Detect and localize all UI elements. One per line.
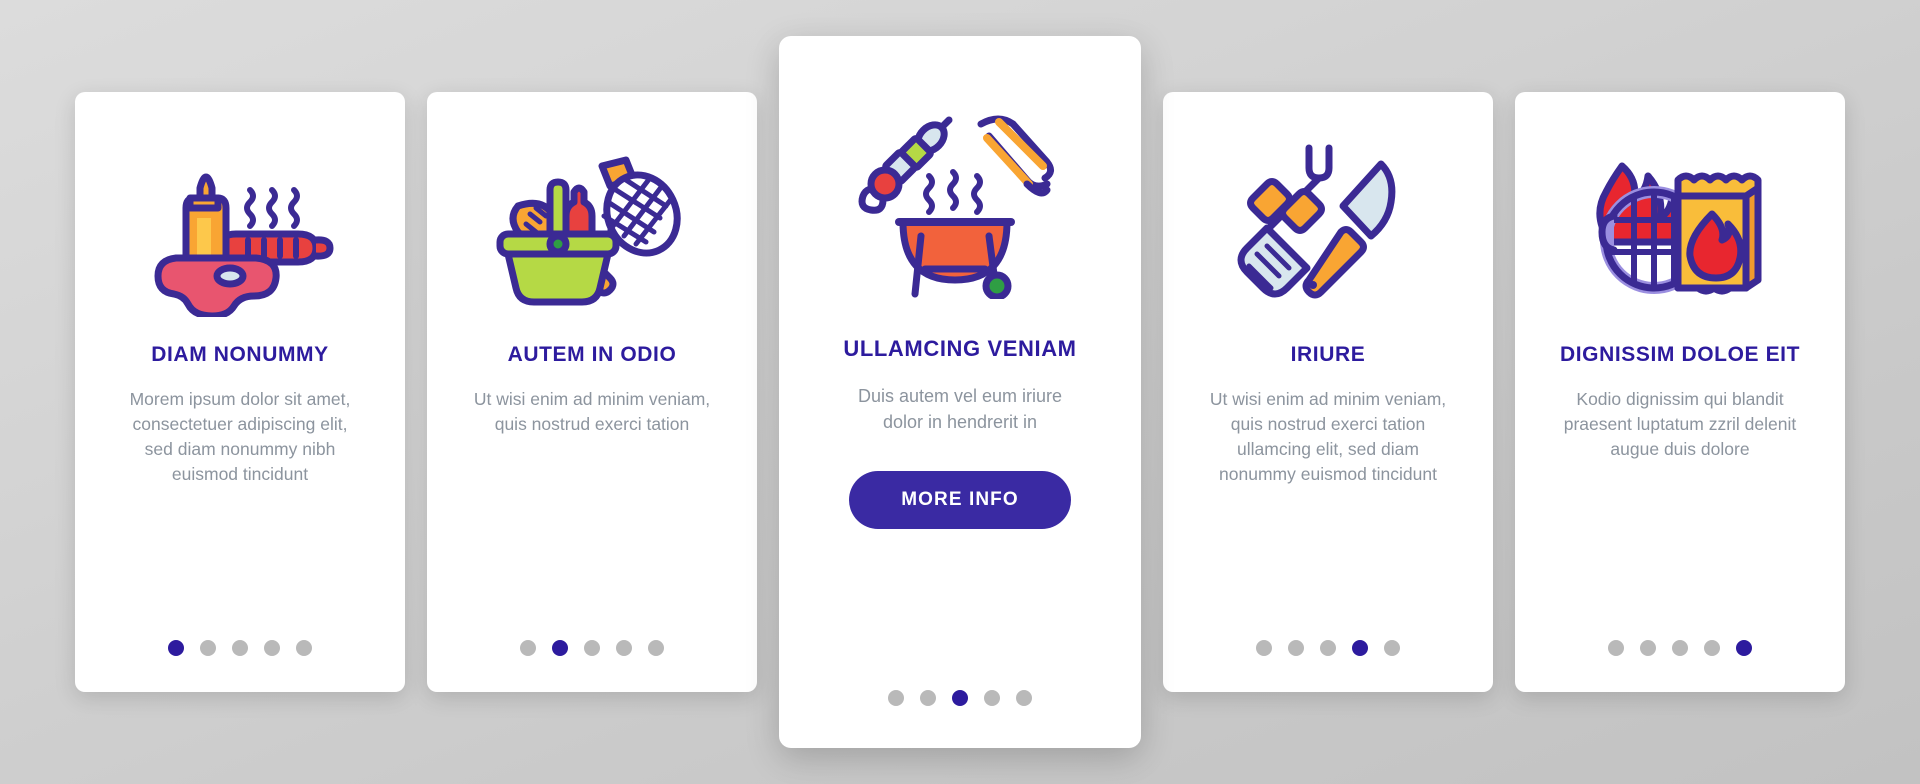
onboarding-card-5[interactable]: DIGNISSIM DOLOE EIT Kodio dignissim qui … (1515, 92, 1845, 692)
dot-5[interactable] (1016, 690, 1032, 706)
bbq-grill-skewer-tongs-icon (779, 36, 1141, 336)
picnic-basket-racket-icon (427, 92, 757, 342)
dot-1[interactable] (168, 640, 184, 656)
onboarding-card-4[interactable]: IRIURE Ut wisi enim ad minim veniam, qui… (1163, 92, 1493, 692)
card-body-text: Morem ipsum dolor sit amet, consectetuer… (129, 389, 351, 484)
spatula-fork-knife-icon (1163, 92, 1493, 342)
card-title: DIGNISSIM DOLOE EIT (1559, 343, 1801, 366)
dot-5[interactable] (648, 640, 664, 656)
dot-2[interactable] (1288, 640, 1304, 656)
slide-indicator-dots (1515, 640, 1845, 656)
dot-2[interactable] (920, 690, 936, 706)
dot-2[interactable] (1640, 640, 1656, 656)
card-title: ULLAMCING VENIAM (843, 336, 1077, 361)
card-title: AUTEM IN ODIO (507, 343, 677, 366)
onboarding-card-2[interactable]: AUTEM IN ODIO Ut wisi enim ad minim veni… (427, 92, 757, 692)
dot-1[interactable] (1608, 640, 1624, 656)
dot-4[interactable] (984, 690, 1000, 706)
card-body-text: Ut wisi enim ad minim veniam, quis nostr… (473, 389, 711, 435)
dot-4[interactable] (616, 640, 632, 656)
dot-1[interactable] (888, 690, 904, 706)
card-title: IRIURE (1290, 343, 1366, 366)
slide-indicator-dots (1163, 640, 1493, 656)
dot-4[interactable] (1352, 640, 1368, 656)
onboarding-carousel: DIAM NONUMMY Morem ipsum dolor sit amet,… (0, 0, 1920, 784)
dot-3[interactable] (584, 640, 600, 656)
dot-2[interactable] (552, 640, 568, 656)
charcoal-bag-flame-grill-icon (1515, 92, 1845, 342)
onboarding-card-3[interactable]: ULLAMCING VENIAM Duis autem vel eum iriu… (779, 36, 1141, 748)
card-title: DIAM NONUMMY (151, 343, 329, 366)
dot-5[interactable] (1736, 640, 1752, 656)
card-body-text: Kodio dignissim qui blandit praesent lup… (1563, 389, 1797, 459)
dot-4[interactable] (1704, 640, 1720, 656)
dot-5[interactable] (296, 640, 312, 656)
dot-3[interactable] (1320, 640, 1336, 656)
dot-1[interactable] (1256, 640, 1272, 656)
dot-3[interactable] (1672, 640, 1688, 656)
slide-indicator-dots (75, 640, 405, 656)
dot-5[interactable] (1384, 640, 1400, 656)
card-body-text: Ut wisi enim ad minim veniam, quis nostr… (1209, 389, 1447, 484)
dot-1[interactable] (520, 640, 536, 656)
dot-4[interactable] (264, 640, 280, 656)
dot-3[interactable] (232, 640, 248, 656)
onboarding-card-1[interactable]: DIAM NONUMMY Morem ipsum dolor sit amet,… (75, 92, 405, 692)
more-info-button[interactable]: MORE INFO (849, 471, 1071, 530)
steak-sausage-mustard-icon (75, 92, 405, 342)
dot-3[interactable] (952, 690, 968, 706)
slide-indicator-dots (779, 690, 1141, 706)
dot-2[interactable] (200, 640, 216, 656)
card-body-text: Duis autem vel eum iriure dolor in hendr… (857, 386, 1063, 432)
slide-indicator-dots (427, 640, 757, 656)
